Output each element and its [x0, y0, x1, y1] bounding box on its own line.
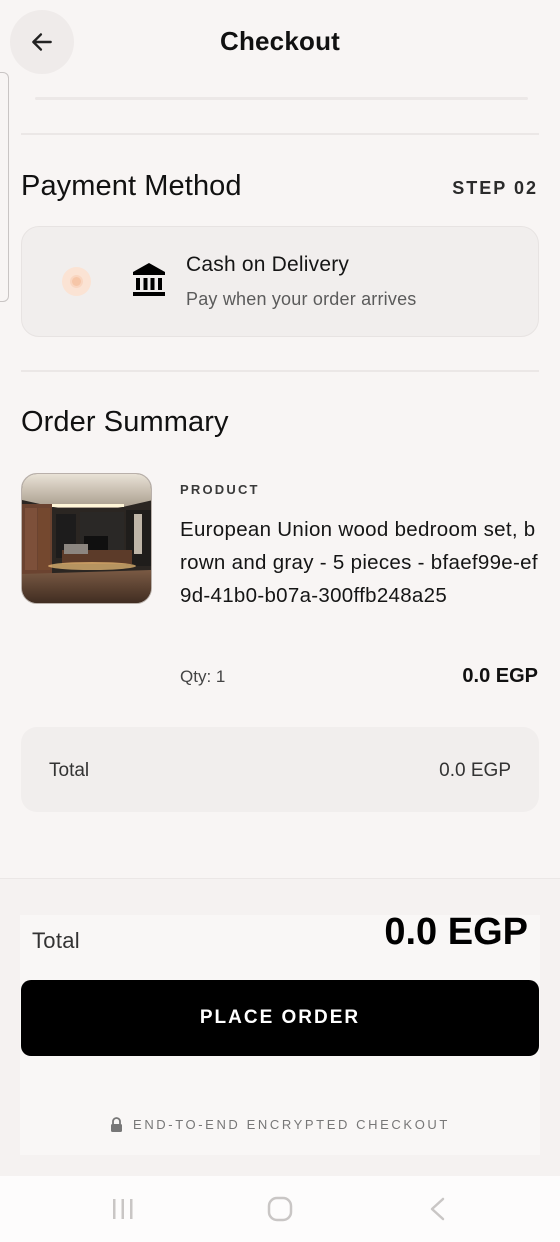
home-icon[interactable] [267, 1196, 293, 1222]
secure-checkout-note: END-TO-END ENCRYPTED CHECKOUT [0, 1117, 560, 1132]
summary-total-card: Total 0.0 EGP [21, 727, 539, 812]
grand-total-value: 0.0 EGP [384, 911, 528, 953]
system-back-icon[interactable] [427, 1196, 449, 1222]
step-indicator: STEP 02 [452, 178, 538, 198]
place-order-button[interactable]: PLACE ORDER [21, 980, 539, 1056]
secure-checkout-text: END-TO-END ENCRYPTED CHECKOUT [133, 1117, 450, 1132]
grand-total-label: Total [32, 928, 80, 953]
payment-option-subtitle: Pay when your order arrives [186, 289, 417, 309]
section-divider [21, 133, 539, 135]
payment-option-cash-on-delivery[interactable]: Cash on Delivery Pay when your order arr… [21, 226, 539, 337]
product-kicker: PRODUCT [180, 482, 260, 497]
bedroom-photo [22, 474, 151, 603]
section-divider [21, 370, 539, 372]
checkout-page: Checkout Payment Method STEP 02 Cash on … [0, 0, 560, 1242]
summary-total-label: Total [49, 760, 90, 781]
radio-selected-dot [70, 275, 83, 288]
bank-icon [133, 263, 165, 296]
lock-icon [111, 1117, 123, 1132]
payment-option-title: Cash on Delivery [186, 253, 350, 276]
product-quantity: Qty: 1 [180, 667, 226, 686]
edge-panel-handle[interactable] [0, 72, 9, 302]
product-price: 0.0 EGP [462, 665, 538, 687]
summary-total-value: 0.0 EGP [439, 760, 511, 781]
scroll-divider [35, 97, 528, 100]
product-image [21, 473, 152, 604]
payment-radio[interactable] [62, 267, 91, 296]
recent-apps-icon[interactable] [111, 1196, 135, 1222]
payment-section-title: Payment Method [21, 170, 242, 202]
system-nav-bar [0, 1176, 560, 1242]
page-title: Checkout [219, 26, 341, 56]
product-name: European Union wood bedroom set, brown a… [180, 518, 538, 607]
app-header: Checkout [0, 0, 560, 84]
order-summary-title: Order Summary [21, 406, 229, 438]
